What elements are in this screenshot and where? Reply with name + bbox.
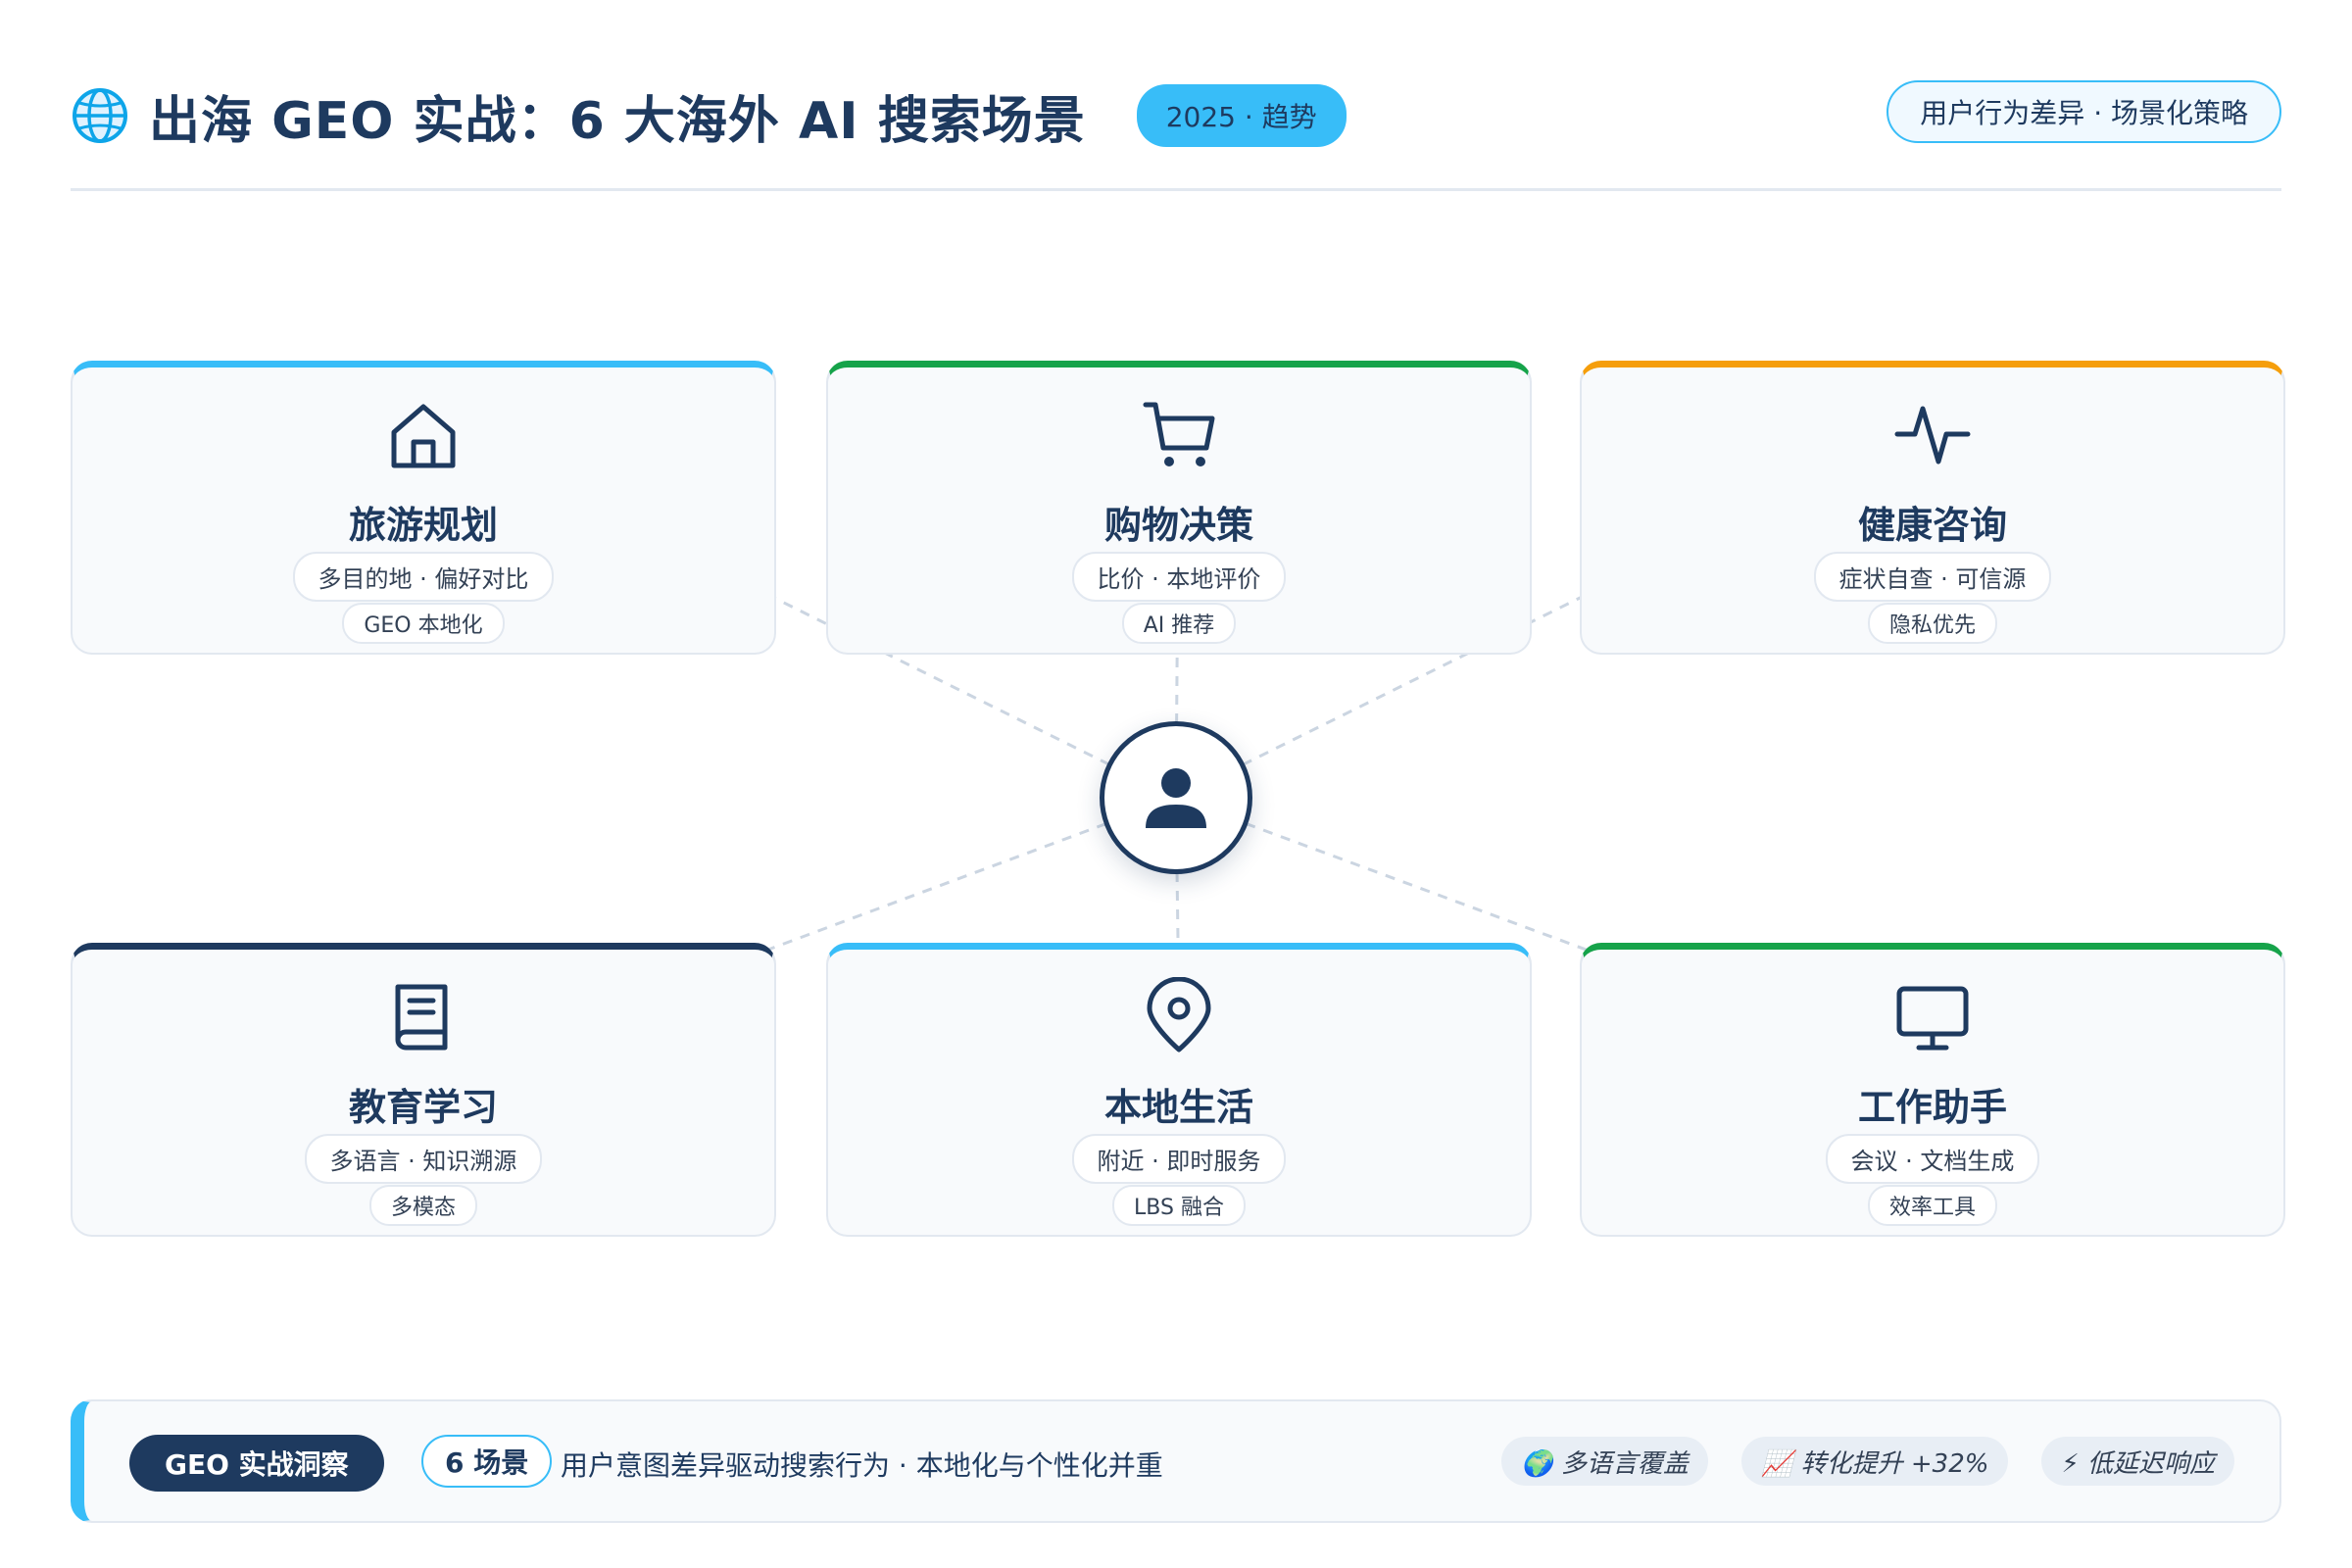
card-tag: 附近 · 即时服务 bbox=[1071, 1134, 1287, 1184]
user-icon bbox=[1146, 768, 1206, 828]
pulse-icon bbox=[1894, 406, 1971, 465]
insight-label: GEO 实战洞察 bbox=[129, 1435, 384, 1492]
map-pin-icon bbox=[1147, 977, 1211, 1053]
card-tag: 多目的地 · 偏好对比 bbox=[292, 552, 555, 602]
scenario-card-education[interactable]: 教育学习 多语言 · 知识溯源 多模态 bbox=[71, 943, 776, 1237]
page-title: 出海 GEO 实战：6 大海外 AI 搜索场景 bbox=[149, 91, 1086, 151]
card-subtag: 隐私优先 bbox=[1867, 603, 1997, 644]
scenario-card-shopping[interactable]: 购物决策 比价 · 本地评价 AI 推荐 bbox=[826, 361, 1532, 655]
card-tag: 多语言 · 知识溯源 bbox=[304, 1134, 543, 1184]
card-title: 健康咨询 bbox=[1857, 504, 2007, 547]
home-icon bbox=[391, 404, 456, 468]
card-title: 旅游规划 bbox=[348, 504, 498, 547]
scenario-card-local-life[interactable]: 本地生活 附近 · 即时服务 LBS 融合 bbox=[826, 943, 1532, 1237]
card-subtag: GEO 本地化 bbox=[342, 603, 505, 644]
insight-footer: GEO 实战洞察 6 场景 用户意图差异驱动搜索行为 · 本地化与个性化并重 🌍… bbox=[71, 1399, 2281, 1523]
metric-conversion: 📈 转化提升 +32% bbox=[1740, 1437, 2009, 1486]
title-group: 出海 GEO 实战：6 大海外 AI 搜索场景 2025 · 趋势 bbox=[71, 78, 1347, 153]
scenario-card-health[interactable]: 健康咨询 症状自查 · 可信源 隐私优先 bbox=[1580, 361, 2285, 655]
user-hub bbox=[1100, 721, 1252, 874]
header-divider bbox=[71, 188, 2281, 191]
scenario-card-travel[interactable]: 旅游规划 多目的地 · 偏好对比 GEO 本地化 bbox=[71, 361, 776, 655]
insight-text: 用户意图差异驱动搜索行为 · 本地化与个性化并重 bbox=[561, 1449, 1163, 1482]
metric-latency: ⚡ 低延迟响应 bbox=[2041, 1437, 2234, 1486]
metric-chips: 🌍 多语言覆盖 📈 转化提升 +32% ⚡ 低延迟响应 bbox=[1501, 1437, 2234, 1486]
card-tag: 会议 · 文档生成 bbox=[1825, 1134, 2040, 1184]
globe-icon bbox=[73, 88, 127, 143]
card-subtag: 效率工具 bbox=[1867, 1185, 1997, 1226]
card-subtag: 多模态 bbox=[368, 1185, 477, 1226]
page-header: 出海 GEO 实战：6 大海外 AI 搜索场景 2025 · 趋势 用户行为差异… bbox=[71, 78, 2281, 153]
card-title: 购物决策 bbox=[1103, 504, 1253, 547]
strategy-pill: 用户行为差异 · 场景化策略 bbox=[1886, 80, 2281, 143]
card-title: 教育学习 bbox=[348, 1086, 498, 1129]
card-subtag: AI 推荐 bbox=[1121, 603, 1237, 644]
scenario-card-work[interactable]: 工作助手 会议 · 文档生成 效率工具 bbox=[1580, 943, 2285, 1237]
card-title: 工作助手 bbox=[1857, 1086, 2007, 1129]
metric-multilingual: 🌍 多语言覆盖 bbox=[1501, 1437, 1708, 1486]
card-subtag: LBS 融合 bbox=[1112, 1185, 1246, 1226]
scenario-count-badge: 6 场景 bbox=[421, 1435, 553, 1488]
book-icon bbox=[395, 984, 448, 1051]
year-badge: 2025 · 趋势 bbox=[1136, 84, 1347, 147]
card-tag: 症状自查 · 可信源 bbox=[1813, 552, 2052, 602]
card-title: 本地生活 bbox=[1103, 1086, 1253, 1129]
monitor-icon bbox=[1896, 986, 1969, 1051]
card-tag: 比价 · 本地评价 bbox=[1071, 552, 1287, 602]
shopping-cart-icon bbox=[1143, 402, 1215, 466]
